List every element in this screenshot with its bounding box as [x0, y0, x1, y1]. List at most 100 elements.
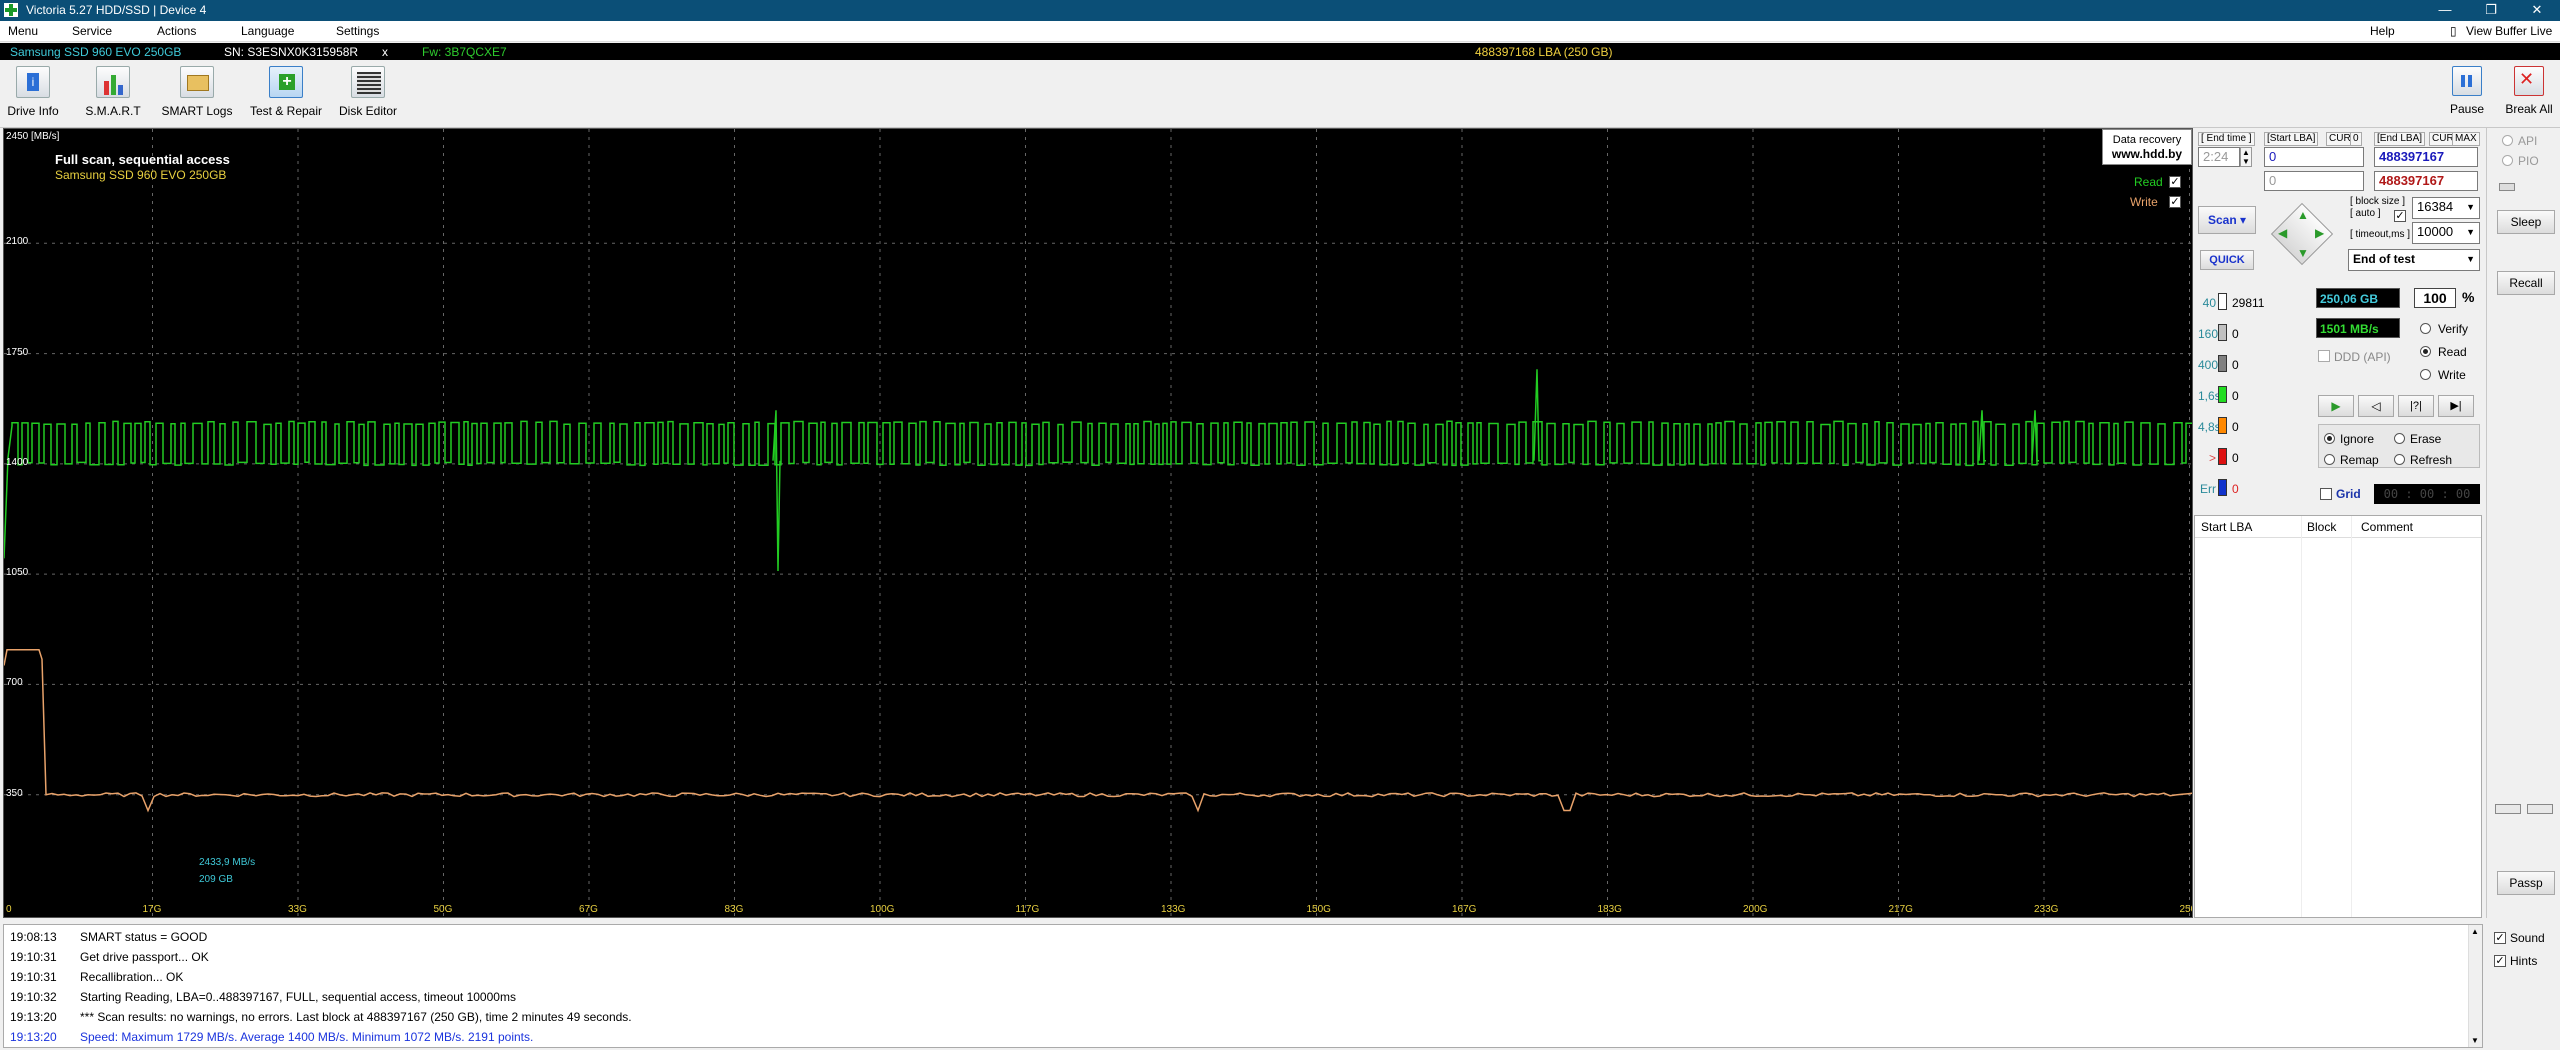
- menu-actions[interactable]: Actions: [157, 24, 196, 38]
- remap-radio[interactable]: [2324, 454, 2335, 465]
- scan-button-label: Scan: [2207, 213, 2237, 227]
- scan-button[interactable]: Scan ▾: [2198, 206, 2256, 234]
- watermark-line-2: www.hdd.by: [2111, 147, 2183, 161]
- arrow-right-icon[interactable]: ▶: [2315, 226, 2324, 240]
- toolbar: i Drive Info S.M.A.R.T SMART Logs + Test…: [0, 60, 2560, 128]
- end-time-field[interactable]: 2:24: [2198, 147, 2240, 167]
- device-lba: 488397168 LBA (250 GB): [1475, 45, 1613, 59]
- ignore-radio[interactable]: [2324, 433, 2335, 444]
- pio-radio[interactable]: [2502, 155, 2513, 166]
- block-count-label: >: [2208, 451, 2216, 465]
- arrow-left-icon[interactable]: ◀: [2278, 226, 2287, 240]
- control-panel: [ End time ] 2:24 ▲ ▼ [Start LBA] CUR 0 0…: [2194, 128, 2484, 918]
- col-comment[interactable]: Comment: [2361, 520, 2413, 534]
- device-close-button[interactable]: x: [382, 45, 388, 59]
- sleep-button[interactable]: Sleep: [2497, 210, 2555, 234]
- ddd-api-checkbox[interactable]: [2318, 350, 2330, 362]
- arrow-down-icon[interactable]: ▼: [2297, 246, 2309, 260]
- minimize-button[interactable]: —: [2422, 0, 2468, 21]
- small-button-right[interactable]: [2527, 804, 2553, 814]
- device-model[interactable]: Samsung SSD 960 EVO 250GB: [10, 45, 181, 59]
- menu-settings[interactable]: Settings: [336, 24, 379, 38]
- test-repair-button[interactable]: + Test & Repair: [246, 66, 326, 126]
- goto-end-button[interactable]: ▶|: [2438, 395, 2474, 417]
- end-lba-max-button[interactable]: MAX: [2452, 132, 2480, 146]
- end-lba-current-field[interactable]: 488397167: [2374, 171, 2478, 191]
- erase-radio[interactable]: [2394, 433, 2405, 444]
- start-lba-zero-button[interactable]: 0: [2350, 132, 2362, 146]
- refresh-radio[interactable]: [2394, 454, 2405, 465]
- small-button-left[interactable]: [2495, 804, 2521, 814]
- smart-logs-button[interactable]: SMART Logs: [160, 66, 234, 126]
- log-entry: 19:10:31 Recallibration... OK: [10, 970, 183, 984]
- recall-button[interactable]: Recall: [2497, 271, 2555, 295]
- goto-unknown-button[interactable]: |?|: [2398, 395, 2434, 417]
- cursor-position-readout: 209 GB: [199, 874, 233, 885]
- log-entry: 19:08:13 SMART status = GOOD: [10, 930, 207, 944]
- scroll-up-icon[interactable]: ▲: [2471, 927, 2479, 936]
- sound-checkbox[interactable]: ✓: [2494, 932, 2506, 944]
- menu-menu[interactable]: Menu: [8, 24, 38, 38]
- scan-dropdown-icon: ▾: [2240, 213, 2247, 227]
- timeout-select[interactable]: 10000 ▼: [2412, 222, 2480, 244]
- play-button[interactable]: ▶: [2318, 395, 2354, 417]
- start-lba-current-field[interactable]: 0: [2264, 171, 2364, 191]
- pause-button[interactable]: Pause: [2442, 66, 2492, 126]
- log-scrollbar[interactable]: ▲ ▼: [2468, 925, 2482, 1047]
- read-radio[interactable]: [2420, 346, 2431, 357]
- col-start-lba[interactable]: Start LBA: [2201, 520, 2252, 534]
- direction-pad[interactable]: ▲ ▼ ◀ ▶: [2270, 202, 2334, 266]
- disk-editor-button[interactable]: Disk Editor: [336, 66, 400, 126]
- block-size-select[interactable]: 16384 ▼: [2412, 197, 2480, 219]
- log-message: Recallibration... OK: [80, 970, 184, 984]
- scroll-down-icon[interactable]: ▼: [2471, 1036, 2479, 1045]
- step-back-button[interactable]: ◁: [2358, 395, 2394, 417]
- maximize-button[interactable]: ❐: [2468, 0, 2514, 21]
- break-all-button[interactable]: ✕ Break All: [2500, 66, 2558, 126]
- col-block[interactable]: Block: [2307, 520, 2336, 534]
- grid-checkbox[interactable]: [2320, 488, 2332, 500]
- legend-read-checkbox[interactable]: ✓: [2169, 176, 2181, 188]
- end-time-spinner[interactable]: ▲ ▼: [2240, 147, 2252, 167]
- test-repair-icon: +: [269, 66, 303, 98]
- block-count-swatch: [2218, 448, 2227, 465]
- pause-icon: [2452, 66, 2482, 96]
- arrow-up-icon[interactable]: ▲: [2297, 208, 2309, 222]
- device-serial: SN: S3ESNX0K315958R: [224, 45, 359, 59]
- defects-table[interactable]: Start LBA Block Comment: [2194, 515, 2482, 918]
- remap-label: Remap: [2340, 453, 2379, 467]
- log-entry: 19:13:20 *** Scan results: no warnings, n…: [10, 1010, 632, 1024]
- menu-help[interactable]: Help: [2370, 24, 2395, 38]
- legend-write-checkbox[interactable]: ✓: [2169, 196, 2181, 208]
- x-tick-label: 250G: [2179, 904, 2193, 915]
- start-lba-field[interactable]: 0: [2264, 147, 2364, 167]
- graph-y-unit: 2450 [MB/s]: [6, 131, 60, 142]
- speed-graph[interactable]: 2450 [MB/s] Full scan, sequential access…: [3, 128, 2193, 918]
- view-buffer-live-button[interactable]: View Buffer Live: [2466, 24, 2552, 38]
- event-log[interactable]: 19:08:13 SMART status = GOOD 19:10:31 Get d…: [3, 924, 2483, 1048]
- api-radio[interactable]: [2502, 135, 2513, 146]
- end-lba-field[interactable]: 488397167: [2374, 147, 2478, 167]
- cursor-speed-readout: 2433,9 MB/s: [199, 857, 256, 868]
- quick-button[interactable]: QUICK: [2200, 250, 2254, 270]
- write-radio[interactable]: [2420, 369, 2431, 380]
- x-tick-label: 17G: [142, 904, 162, 915]
- block-count-label: 400: [2198, 358, 2219, 372]
- read-speed-spike: [1978, 410, 1986, 462]
- break-all-icon: ✕: [2514, 66, 2544, 96]
- block-count-swatch: [2218, 386, 2227, 403]
- passp-button[interactable]: Passp: [2497, 871, 2555, 895]
- drive-info-button[interactable]: i Drive Info: [4, 66, 62, 126]
- y-tick-label: 1750: [6, 346, 29, 358]
- hints-checkbox[interactable]: ✓: [2494, 955, 2506, 967]
- menu-language[interactable]: Language: [241, 24, 294, 38]
- end-of-test-select[interactable]: End of test ▼: [2348, 249, 2480, 271]
- close-window-button[interactable]: ✕: [2514, 0, 2560, 21]
- menu-service[interactable]: Service: [72, 24, 112, 38]
- block-count-value: 0: [2232, 420, 2239, 434]
- verify-radio[interactable]: [2420, 323, 2431, 334]
- smart-button[interactable]: S.M.A.R.T: [82, 66, 144, 126]
- auto-checkbox[interactable]: ✓: [2394, 210, 2406, 222]
- start-lba-label: [Start LBA]: [2264, 132, 2319, 146]
- timeout-label: [ timeout,ms ]: [2350, 229, 2411, 240]
